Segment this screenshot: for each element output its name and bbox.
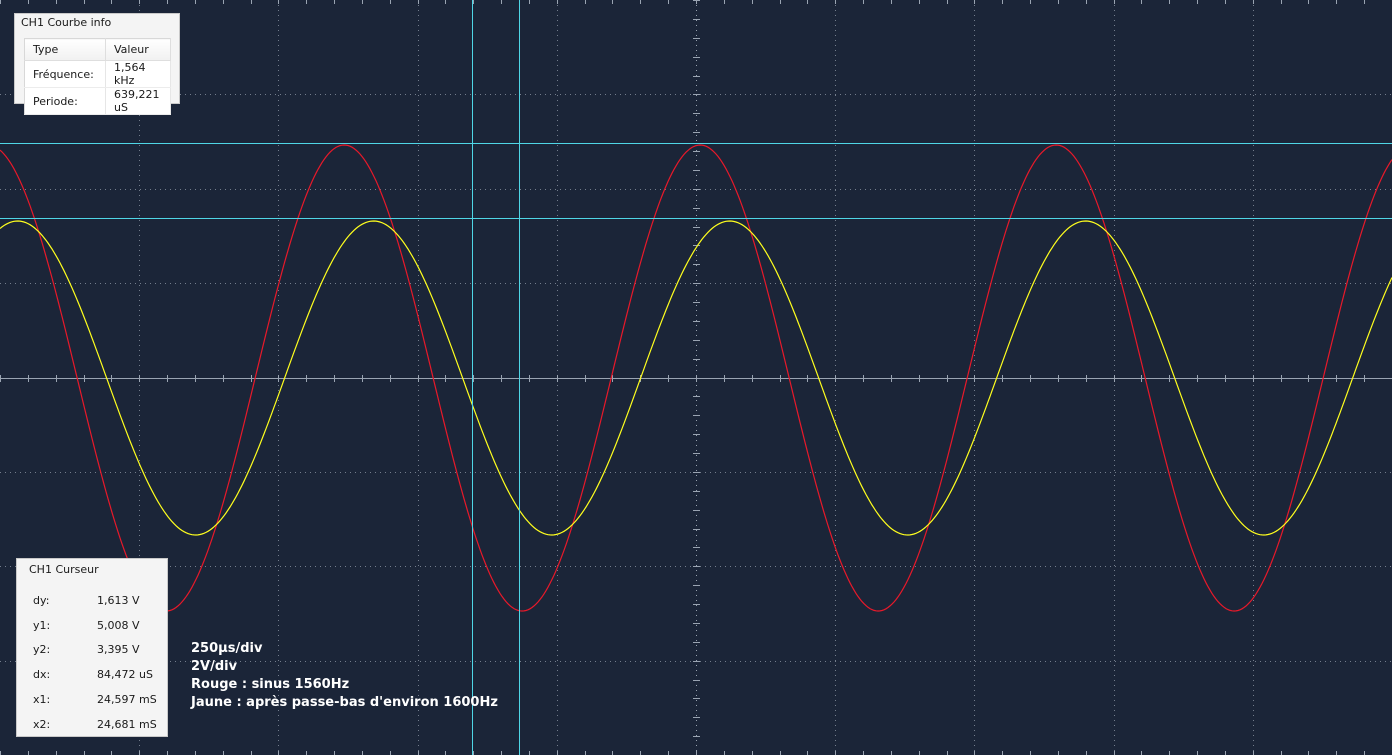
cursor-value-dx: 84,472 uS [97,668,153,681]
red-trace-legend: Rouge : sinus 1560Hz [191,677,350,692]
cursor-label-x2: x2: [33,718,51,731]
row-label-period: Periode: [24,87,106,115]
volts-per-div-label: 2V/div [191,659,238,674]
table-row: Fréquence: 1,564 kHz [24,60,171,88]
cursor-value-dy: 1,613 V [97,594,140,607]
cursor-value-y2: 3,395 V [97,643,140,656]
cursor-value-x2: 24,681 mS [97,718,157,731]
cursor-panel-title: CH1 Curseur [29,563,99,576]
scope-annotations: 250µs/div 2V/div Rouge : sinus 1560Hz Ja… [191,640,498,712]
cursor-panel: CH1 Curseur dy: 1,613 V y1: 5,008 V y2: … [16,558,168,737]
cursor-label-y1: y1: [33,619,51,632]
column-header-type: Type [24,38,106,61]
cursor-label-dy: dy: [33,594,50,607]
column-header-value: Valeur [105,38,171,61]
timebase-label: 250µs/div [191,641,263,656]
cursor-value-y1: 5,008 V [97,619,140,632]
row-value-frequency: 1,564 kHz [105,60,171,88]
cursor-label-x1: x1: [33,693,51,706]
info-panel-title: CH1 Courbe info [21,16,112,29]
row-label-frequency: Fréquence: [24,60,106,88]
waveform-info-panel: CH1 Courbe info Type Valeur Fréquence: 1… [14,13,180,115]
cursor-label-dx: dx: [33,668,51,681]
cursor-value-x1: 24,597 mS [97,693,157,706]
yellow-trace-legend: Jaune : après passe-bas d'environ 1600Hz [191,695,498,710]
info-table-header: Type Valeur [24,38,171,61]
cursor-label-y2: y2: [33,643,51,656]
row-value-period: 639,221 uS [105,87,171,115]
info-table: Type Valeur Fréquence: 1,564 kHz Periode… [24,38,171,115]
table-row: Periode: 639,221 uS [24,87,171,115]
